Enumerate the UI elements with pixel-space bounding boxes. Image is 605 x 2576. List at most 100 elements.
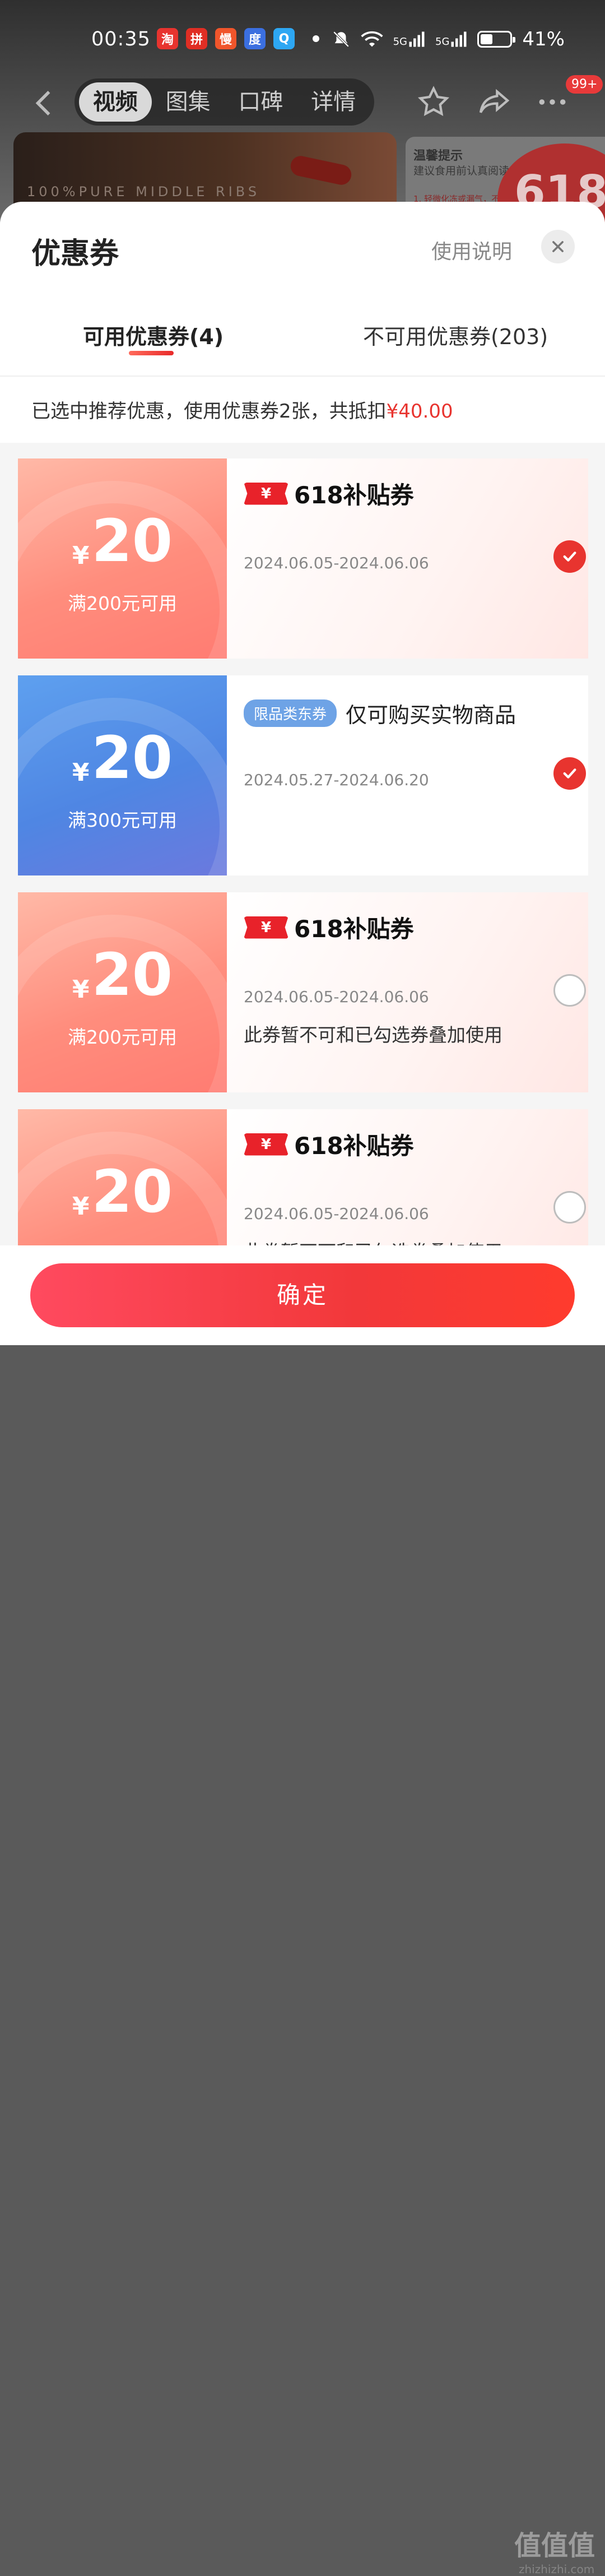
coupon-amount-value: 20 [91, 507, 173, 575]
chili-shape [288, 154, 353, 187]
summary-amount: ¥40.00 [386, 400, 453, 423]
checkmark-icon [563, 768, 576, 779]
coupon-value-panel: ¥20 满200元可用 [18, 892, 227, 1092]
baidu-icon: 度 [244, 28, 266, 49]
signal-5g-icon: 5G [435, 31, 467, 48]
checkmark-icon [563, 552, 576, 562]
tab-gallery[interactable]: 图集 [152, 82, 225, 122]
coupon-sheet: 优惠券 使用说明 可用优惠券(4) 不可用优惠券(203) 已选中推荐优惠，使用… [0, 202, 605, 1345]
tab-unavailable-coupons[interactable]: 不可用优惠券(203) [363, 319, 548, 350]
coupon-amount: ¥20 [18, 1162, 227, 1221]
coupon-value-panel: ¥20 满300元可用 [18, 675, 227, 875]
usage-instructions-link[interactable]: 使用说明 [431, 235, 512, 265]
coupon-note: 此券暂不可和已勾选券叠加使用 [244, 1024, 502, 1046]
currency-symbol: ¥ [72, 975, 90, 1004]
back-arrow-icon[interactable] [28, 86, 62, 120]
pinduoduo-icon: 拼 [186, 28, 207, 49]
tips-title: 温馨提示 [413, 149, 463, 163]
yen-ticket-icon: ¥ [244, 1133, 288, 1156]
coupon-amount: ¥20 [18, 512, 227, 570]
selection-summary: 已选中推荐优惠，使用优惠券2张，共抵扣¥40.00 [0, 377, 605, 443]
currency-symbol: ¥ [72, 758, 90, 787]
message-badge: 99+ [566, 75, 603, 94]
yen-ticket-icon: ¥ [244, 916, 288, 939]
currency-symbol: ¥ [72, 541, 90, 570]
sheet-header: 优惠券 使用说明 [0, 202, 605, 297]
background-page: 00:35 淘拼慢度Q 5G 5G 41% 视频 图集 口碑 详情 99+ 10… [0, 0, 605, 256]
coupon-tabs: 可用优惠券(4) 不可用优惠券(203) [0, 297, 605, 377]
coupon-tag-text: 618补贴券 [294, 481, 414, 509]
coupon-amount-value: 20 [91, 940, 173, 1009]
top-nav: 视频 图集 口碑 详情 99+ [0, 75, 605, 129]
coupon-value-panel: ¥20 满200元可用 [18, 458, 227, 659]
coupon-condition: 满200元可用 [68, 592, 177, 614]
coupon-checkbox[interactable] [553, 757, 586, 790]
status-app-icons: 淘拼慢度Q [157, 28, 319, 49]
coupon-card[interactable]: ¥20 满200元可用 ¥ 618补贴券 2024.06.05-2024.06.… [18, 892, 588, 1092]
coupon-amount: ¥20 [18, 729, 227, 787]
coupon-amount: ¥20 [18, 946, 227, 1004]
coupon-tag-text: 618补贴券 [294, 915, 414, 943]
coupon-checkbox[interactable] [553, 540, 586, 573]
more-icon[interactable] [534, 84, 570, 120]
network-label: 5G [393, 36, 408, 48]
product-image-text: 100%PURE MIDDLE RIBS [27, 184, 260, 200]
coupon-tag-text: 仅可购买实物商品 [346, 703, 516, 728]
summary-text: 已选中推荐优惠，使用优惠券2张，共抵扣¥40.00 [31, 396, 453, 423]
mute-bell-icon [333, 31, 349, 48]
yen-ticket-icon: ¥ [244, 482, 288, 505]
coupon-tag-text: 618补贴券 [294, 1132, 414, 1160]
media-tabs: 视频 图集 口碑 详情 [75, 78, 374, 126]
coupon-checkbox[interactable] [553, 1191, 586, 1224]
tab-details[interactable]: 详情 [297, 82, 370, 122]
watermark-site: zhizhizhi.com [519, 2563, 595, 2576]
coupon-tag: 限品类东券 仅可购买实物商品 [244, 698, 516, 729]
watermark: 值值值 zhizhizhi.com [514, 2530, 595, 2576]
summary-prefix: 已选中推荐优惠，使用优惠券2张，共抵扣 [31, 400, 387, 423]
close-icon [552, 241, 564, 252]
battery-percent: 41% [522, 28, 565, 50]
close-button[interactable] [541, 230, 575, 263]
coupon-tag: ¥ 618补贴券 [244, 476, 414, 511]
currency-symbol: ¥ [72, 1192, 90, 1221]
coupon-date-range: 2024.06.05-2024.06.06 [244, 1204, 429, 1223]
coupon-amount-value: 20 [91, 724, 173, 792]
confirm-bar: 确定 值值值 zhizhizhi.com [0, 1245, 605, 2576]
coupon-card[interactable]: ¥20 满200元可用 ¥ 618补贴券 2024.06.05-2024.06.… [18, 458, 588, 659]
coupon-checkbox[interactable] [553, 974, 586, 1007]
coupon-list: ¥20 满200元可用 ¥ 618补贴券 2024.06.05-2024.06.… [0, 443, 605, 1309]
star-icon[interactable] [416, 84, 452, 120]
coupon-info-panel: ¥ 618补贴券 2024.06.05-2024.06.06 此券暂不可和已勾选… [227, 892, 588, 1092]
signal-5g-icon: 5G [393, 31, 425, 48]
battery-icon [477, 31, 516, 48]
tab-video[interactable]: 视频 [79, 82, 152, 122]
sheet-top: 优惠券 使用说明 可用优惠券(4) 不可用优惠券(203) [0, 202, 605, 377]
coupon-info-panel: ¥ 618补贴券 2024.06.05-2024.06.06 [227, 458, 588, 659]
coupon-tag: ¥ 618补贴券 [244, 1127, 414, 1161]
coupon-condition: 满300元可用 [68, 809, 177, 831]
category-coupon-pill: 限品类东券 [244, 699, 337, 727]
tips-subtitle: 建议食用前认真阅读 [413, 165, 510, 177]
status-bar: 00:35 淘拼慢度Q 5G 5G 41% [0, 0, 605, 78]
tab-reviews[interactable]: 口碑 [225, 82, 297, 122]
tab-available-coupons[interactable]: 可用优惠券(4) [83, 319, 224, 350]
more-notifications-dot [313, 35, 319, 42]
confirm-button[interactable]: 确定 [30, 1263, 575, 1327]
network-label: 5G [435, 36, 450, 48]
taobao-icon: 淘 [157, 28, 178, 49]
active-tab-indicator [129, 351, 174, 355]
coupon-date-range: 2024.05.27-2024.06.20 [244, 771, 429, 789]
manmanmai-icon: 慢 [215, 28, 236, 49]
sheet-title: 优惠券 [31, 237, 119, 271]
wifi-icon [361, 31, 383, 47]
coupon-date-range: 2024.06.05-2024.06.06 [244, 988, 429, 1006]
coupon-amount-value: 20 [91, 1157, 173, 1226]
status-indicators: 5G 5G 41% [332, 28, 565, 50]
coupon-condition: 满200元可用 [68, 1026, 177, 1048]
status-time: 00:35 [91, 28, 151, 50]
coupon-card[interactable]: ¥20 满300元可用 限品类东券 仅可购买实物商品 2024.05.27-20… [18, 675, 588, 875]
battery-fill [481, 34, 492, 44]
share-icon[interactable] [476, 84, 512, 120]
coupon-info-panel: 限品类东券 仅可购买实物商品 2024.05.27-2024.06.20 [227, 675, 588, 875]
coupon-date-range: 2024.06.05-2024.06.06 [244, 554, 429, 572]
